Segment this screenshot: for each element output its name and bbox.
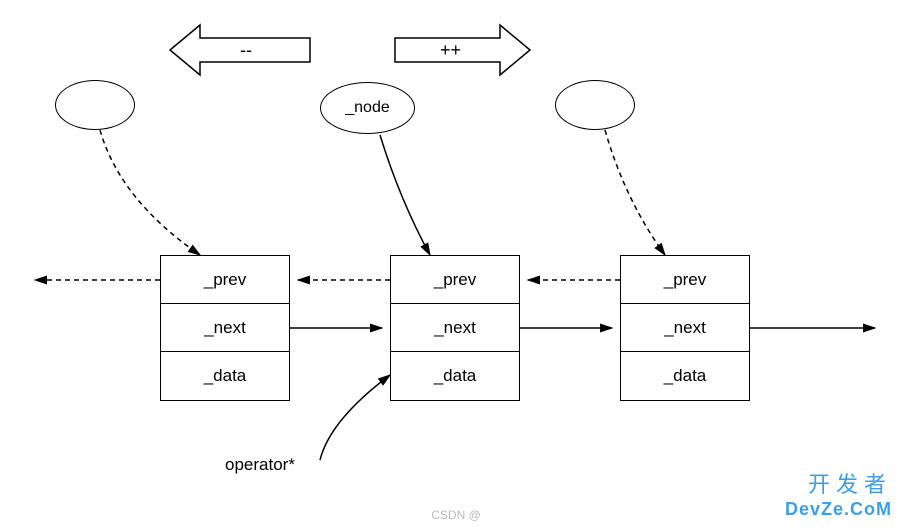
node-ellipse-label: _node (345, 99, 390, 117)
operator-to-data (320, 375, 390, 460)
data-cell: _data (391, 352, 519, 400)
node-box-center: _prev _next _data (390, 255, 520, 401)
watermark-right: 开发者 DevZe.CoM (785, 467, 892, 520)
left-ellipse-to-node (100, 130, 200, 255)
left-ellipse (55, 80, 135, 130)
watermark-cn: 开发者 (785, 467, 892, 499)
node-box-left: _prev _next _data (160, 255, 290, 401)
right-ellipse (555, 80, 635, 130)
prev-cell: _prev (621, 256, 749, 304)
data-cell: _data (621, 352, 749, 400)
operator-label: operator* (225, 455, 295, 475)
data-cell: _data (161, 352, 289, 400)
decrement-label: -- (240, 40, 252, 61)
watermark-csdn: CSDN @ (431, 508, 481, 522)
increment-label: ++ (440, 40, 461, 61)
center-ellipse-to-node (380, 135, 430, 255)
next-cell: _next (391, 304, 519, 352)
increment-arrow (395, 25, 530, 75)
next-cell: _next (161, 304, 289, 352)
center-ellipse: _node (320, 82, 415, 134)
watermark-en: DevZe.CoM (785, 499, 892, 520)
next-cell: _next (621, 304, 749, 352)
prev-cell: _prev (161, 256, 289, 304)
right-ellipse-to-node (605, 130, 665, 255)
node-box-right: _prev _next _data (620, 255, 750, 401)
prev-cell: _prev (391, 256, 519, 304)
